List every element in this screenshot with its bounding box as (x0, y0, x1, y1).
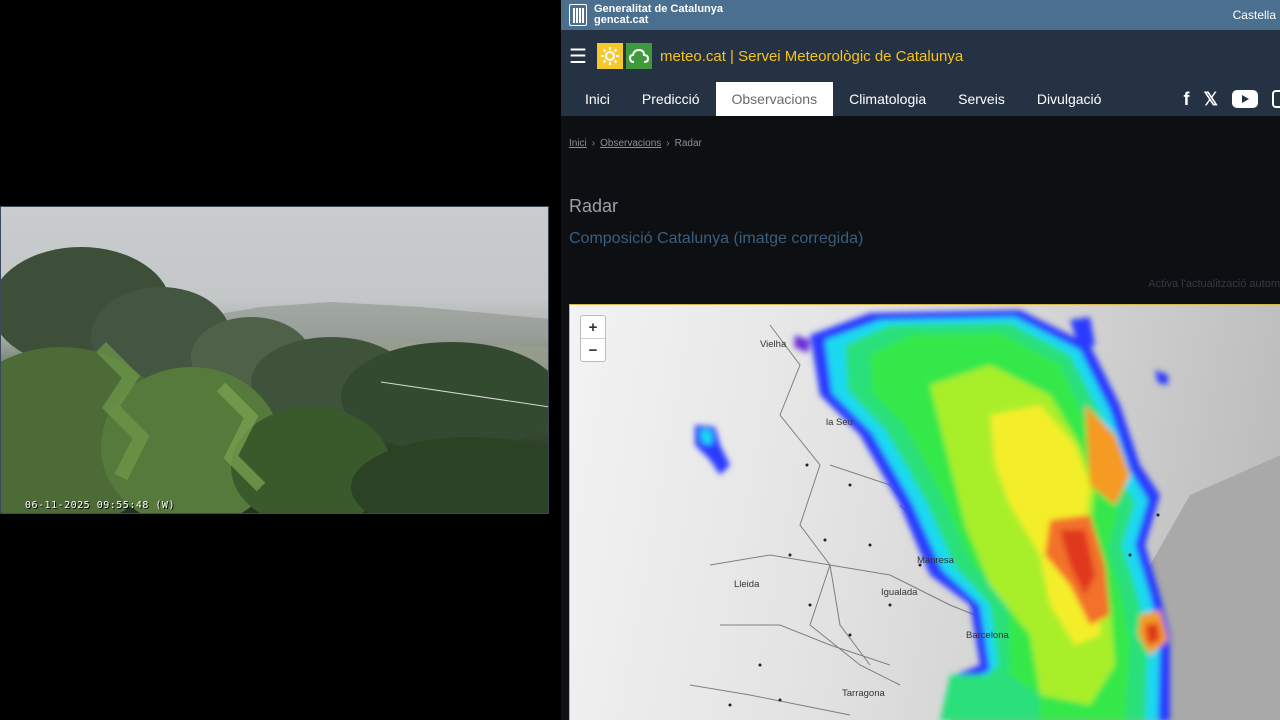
nav-divulgacio[interactable]: Divulgació (1021, 82, 1118, 116)
city-label: Lleida (734, 579, 760, 590)
radar-map[interactable]: + − Vielha la Seu Lleida Manresa Igualad… (569, 304, 1280, 720)
nav-prediccio[interactable]: Predicció (626, 82, 716, 116)
webcam-image: 06-11-2025 09:55:48 (W) (0, 206, 549, 514)
city-label: la Seu (826, 417, 853, 428)
facebook-icon[interactable]: f (1183, 89, 1189, 110)
city-label: Tarragona (842, 688, 885, 699)
x-icon[interactable]: 𝕏 (1203, 89, 1218, 110)
nav-observacions[interactable]: Observacions (715, 82, 834, 116)
language-selector[interactable]: Castella (1233, 8, 1280, 22)
city-label: Barcelona (966, 630, 1009, 641)
sun-logo-icon[interactable] (597, 43, 623, 69)
gencat-link[interactable]: Generalitat de Catalunya gencat.cat (594, 4, 723, 26)
social-links: f 𝕏 (1183, 82, 1280, 116)
page-subtitle: Composició Catalunya (imatge corregida) (569, 230, 864, 247)
city-label: Manresa (917, 555, 954, 566)
breadcrumb-section[interactable]: Observacions (600, 138, 661, 149)
gencat-domain: gencat.cat (594, 14, 649, 26)
site-header: ☰ meteo.cat | Servei Meteorològic de Cat… (561, 30, 1280, 82)
breadcrumb-separator-icon: › (591, 138, 596, 149)
city-label: Igualada (881, 587, 918, 598)
gencat-logo-icon[interactable] (569, 4, 587, 26)
menu-icon[interactable]: ☰ (569, 44, 591, 69)
youtube-icon[interactable] (1232, 90, 1258, 108)
webcam-timestamp: 06-11-2025 09:55:48 (W) (25, 500, 175, 511)
breadcrumb-separator-icon: › (666, 138, 670, 149)
breadcrumb: Inici › Observacions › Radar (569, 138, 702, 149)
zoom-out-button[interactable]: − (581, 339, 605, 361)
autorefresh-toggle[interactable]: Activa l'actualització autom (1148, 278, 1280, 290)
instagram-icon[interactable] (1272, 90, 1280, 108)
site-title-link[interactable]: meteo.cat | Servei Meteorològic de Catal… (660, 48, 963, 65)
city-label: Vielha (760, 339, 787, 350)
cloud-logo-icon[interactable] (626, 43, 652, 69)
nav-climatologia[interactable]: Climatologia (833, 82, 942, 116)
zoom-control: + − (580, 315, 606, 362)
nav-serveis[interactable]: Serveis (942, 82, 1021, 116)
meteocat-page: Generalitat de Catalunya gencat.cat Cast… (561, 0, 1280, 720)
gencat-bar: Generalitat de Catalunya gencat.cat Cast… (561, 0, 1280, 30)
breadcrumb-home[interactable]: Inici (569, 138, 587, 149)
zoom-in-button[interactable]: + (581, 316, 605, 339)
nav-inici[interactable]: Inici (569, 82, 626, 116)
page-title: Radar (569, 196, 619, 216)
main-nav: Inici Predicció Observacions Climatologi… (561, 82, 1280, 116)
breadcrumb-current: Radar (674, 138, 702, 149)
